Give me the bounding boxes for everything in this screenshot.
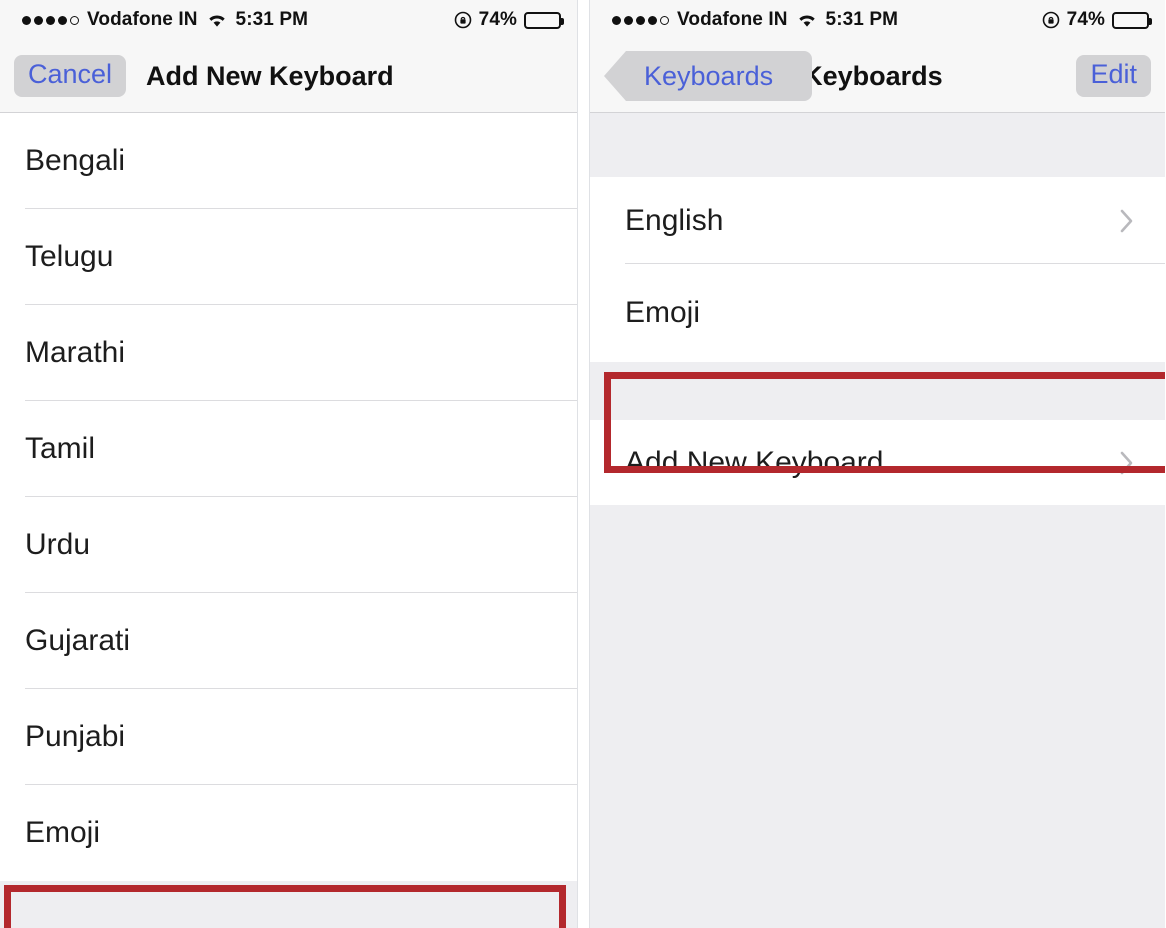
list-item-label: Gujarati xyxy=(25,624,131,657)
chevron-right-icon xyxy=(1119,207,1135,235)
right-phone-screen: Vodafone IN 5:31 PM 74% Keyboards Keyboa… xyxy=(590,0,1165,928)
list-item[interactable]: Telugu xyxy=(0,209,577,305)
status-bar-left-group: Vodafone IN 5:31 PM xyxy=(22,9,308,31)
list-item-label: English xyxy=(625,203,724,237)
clock-label: 5:31 PM xyxy=(825,9,899,30)
edit-button[interactable]: Edit xyxy=(1076,55,1151,97)
list-item-label: Emoji xyxy=(25,816,101,849)
list-item-label: Tamil xyxy=(25,432,96,465)
page-title-right: Keyboards xyxy=(803,60,943,91)
battery-percent-label: 74% xyxy=(1066,9,1105,30)
wifi-icon xyxy=(206,12,228,28)
status-bar-left: Vodafone IN 5:31 PM 74% xyxy=(0,0,577,40)
active-keyboards-group: English Emoji xyxy=(590,177,1165,362)
battery-icon xyxy=(524,11,564,29)
list-item-label: Emoji xyxy=(625,296,701,329)
group-spacer-top xyxy=(590,113,1165,177)
cancel-button[interactable]: Cancel xyxy=(14,55,127,97)
signal-strength-icon xyxy=(22,15,79,25)
list-item[interactable]: Tamil xyxy=(0,401,577,497)
list-item-label: Marathi xyxy=(25,336,126,369)
battery-icon xyxy=(1112,11,1152,29)
wifi-icon xyxy=(796,12,818,28)
list-item[interactable]: Gujarati xyxy=(0,593,577,689)
group-spacer-middle xyxy=(590,362,1165,420)
carrier-label: Vodafone IN xyxy=(677,9,788,30)
status-bar-right: Vodafone IN 5:31 PM 74% xyxy=(590,0,1165,40)
status-bar-right-group: 74% xyxy=(1042,9,1152,31)
list-item-english[interactable]: English xyxy=(590,177,1165,264)
keyboard-language-list: Bengali Telugu Marathi Tamil Urdu Gujara… xyxy=(0,113,577,928)
nav-bar-right: Keyboards Keyboards Edit xyxy=(590,40,1165,113)
rotation-lock-icon xyxy=(454,11,472,29)
back-button-label: Keyboards xyxy=(644,61,774,91)
status-bar-left-group: Vodafone IN 5:31 PM xyxy=(612,9,898,31)
status-bar-right-group: 74% xyxy=(454,9,564,31)
list-item[interactable]: Marathi xyxy=(0,305,577,401)
list-item[interactable]: Urdu xyxy=(0,497,577,593)
back-button[interactable]: Keyboards xyxy=(604,51,812,101)
list-item[interactable]: Bengali xyxy=(0,113,577,209)
list-item-label: Bengali xyxy=(25,144,126,177)
carrier-label: Vodafone IN xyxy=(87,9,198,30)
rotation-lock-icon xyxy=(1042,11,1060,29)
list-item[interactable]: Punjabi xyxy=(0,689,577,785)
add-keyboard-group: Add New Keyboard... xyxy=(590,420,1165,505)
signal-strength-icon xyxy=(612,15,669,25)
keyboards-settings-list: English Emoji Add New Keyboard... xyxy=(590,113,1165,928)
list-item-add-new-keyboard[interactable]: Add New Keyboard... xyxy=(590,420,1165,505)
group-spacer-bottom xyxy=(590,505,1165,915)
list-item-emoji[interactable]: Emoji xyxy=(590,264,1165,362)
list-item-emoji[interactable]: Emoji xyxy=(0,785,577,881)
page-title-left: Add New Keyboard xyxy=(146,60,394,91)
dual-screenshot-container: Vodafone IN 5:31 PM 74% Cancel Add New K… xyxy=(0,0,1166,928)
left-phone-screen: Vodafone IN 5:31 PM 74% Cancel Add New K… xyxy=(0,0,577,928)
nav-bar-left: Cancel Add New Keyboard xyxy=(0,40,577,113)
battery-percent-label: 74% xyxy=(478,9,517,30)
list-item-label: Urdu xyxy=(25,528,91,561)
chevron-right-icon xyxy=(1119,449,1135,477)
highlight-box-emoji-left xyxy=(4,885,566,928)
list-item-label: Add New Keyboard... xyxy=(625,445,909,479)
clock-label: 5:31 PM xyxy=(235,9,309,30)
screen-divider xyxy=(577,0,590,928)
keyboard-language-group: Bengali Telugu Marathi Tamil Urdu Gujara… xyxy=(0,113,577,881)
list-item-label: Telugu xyxy=(25,240,114,273)
list-item-label: Punjabi xyxy=(25,720,126,753)
